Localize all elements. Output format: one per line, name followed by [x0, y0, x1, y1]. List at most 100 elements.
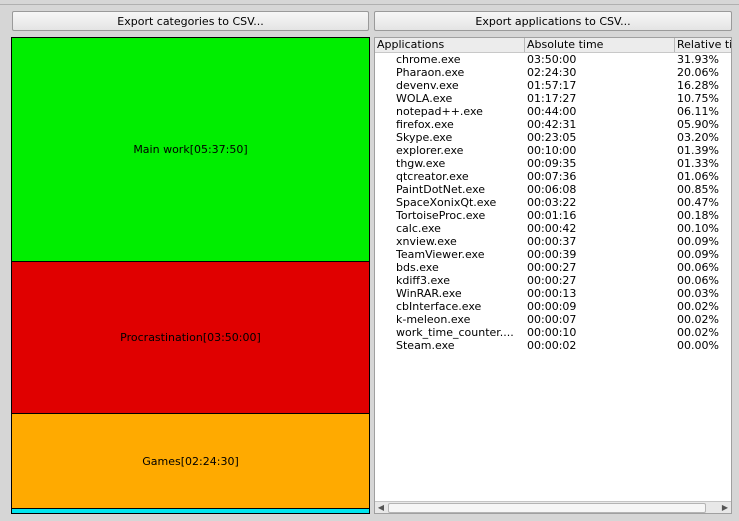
- relative-time-cell: 00.03%: [677, 287, 719, 300]
- relative-time-cell: 00.06%: [677, 274, 719, 287]
- table-row[interactable]: firefox.exe 00:42:31 05.90%: [375, 118, 731, 131]
- relative-time-cell: 00.06%: [677, 261, 719, 274]
- absolute-time-cell: 00:00:27: [527, 261, 577, 274]
- app-name-cell: xnview.exe: [396, 235, 457, 248]
- export-categories-button[interactable]: Export categories to CSV...: [12, 11, 369, 31]
- app-name-cell: WinRAR.exe: [396, 287, 462, 300]
- absolute-time-cell: 00:10:00: [527, 144, 577, 157]
- relative-time-cell: 00.02%: [677, 313, 719, 326]
- app-name-cell: SpaceXonixQt.exe: [396, 196, 497, 209]
- table-row[interactable]: TeamViewer.exe 00:00:39 00.09%: [375, 248, 731, 261]
- table-row[interactable]: xnview.exe 00:00:37 00.09%: [375, 235, 731, 248]
- column-header-absolute-time[interactable]: Absolute time: [525, 38, 675, 52]
- table-row[interactable]: SpaceXonixQt.exe 00:03:22 00.47%: [375, 196, 731, 209]
- absolute-time-cell: 00:23:05: [527, 131, 577, 144]
- absolute-time-cell: 01:17:27: [527, 92, 577, 105]
- table-row[interactable]: TortoiseProc.exe 00:01:16 00.18%: [375, 209, 731, 222]
- absolute-time-cell: 00:44:00: [527, 105, 577, 118]
- absolute-time-cell: 02:24:30: [527, 66, 577, 79]
- table-row[interactable]: work_time_counter.... 00:00:10 00.02%: [375, 326, 731, 339]
- app-name-cell: PaintDotNet.exe: [396, 183, 486, 196]
- absolute-time-cell: 00:03:22: [527, 196, 577, 209]
- relative-time-cell: 00.02%: [677, 300, 719, 313]
- absolute-time-cell: 00:00:42: [527, 222, 577, 235]
- absolute-time-cell: 00:00:07: [527, 313, 577, 326]
- absolute-time-cell: 00:00:09: [527, 300, 577, 313]
- app-name-cell: chrome.exe: [396, 53, 461, 66]
- relative-time-cell: 16.28%: [677, 79, 719, 92]
- table-row[interactable]: Skype.exe 00:23:05 03.20%: [375, 131, 731, 144]
- app-name-cell: TortoiseProc.exe: [396, 209, 486, 222]
- category-procrastination[interactable]: Procrastination[03:50:00]: [12, 262, 369, 414]
- relative-time-cell: 06.11%: [677, 105, 719, 118]
- table-row[interactable]: calc.exe 00:00:42 00.10%: [375, 222, 731, 235]
- relative-time-cell: 01.39%: [677, 144, 719, 157]
- app-name-cell: cbInterface.exe: [396, 300, 482, 313]
- table-row[interactable]: qtcreator.exe 00:07:36 01.06%: [375, 170, 731, 183]
- relative-time-cell: 00.18%: [677, 209, 719, 222]
- column-header-applications[interactable]: Applications: [375, 38, 525, 52]
- arrow-left-icon[interactable]: ◀: [375, 502, 387, 513]
- table-row[interactable]: devenv.exe 01:57:17 16.28%: [375, 79, 731, 92]
- relative-time-cell: 31.93%: [677, 53, 719, 66]
- absolute-time-cell: 00:00:02: [527, 339, 577, 352]
- top-border: [0, 0, 739, 5]
- app-name-cell: thgw.exe: [396, 157, 446, 170]
- absolute-time-cell: 00:00:37: [527, 235, 577, 248]
- table-row[interactable]: bds.exe 00:00:27 00.06%: [375, 261, 731, 274]
- relative-time-cell: 05.90%: [677, 118, 719, 131]
- app-name-cell: k-meleon.exe: [396, 313, 471, 326]
- category-treemap: Main work[05:37:50] Procrastination[03:5…: [11, 37, 370, 514]
- horizontal-scrollbar[interactable]: ◀ ▶: [375, 501, 731, 513]
- relative-time-cell: 03.20%: [677, 131, 719, 144]
- table-row[interactable]: notepad++.exe 00:44:00 06.11%: [375, 105, 731, 118]
- table-row[interactable]: cbInterface.exe 00:00:09 00.02%: [375, 300, 731, 313]
- relative-time-cell: 01.06%: [677, 170, 719, 183]
- app-name-cell: explorer.exe: [396, 144, 464, 157]
- category-other[interactable]: [12, 509, 369, 513]
- app-name-cell: Pharaon.exe: [396, 66, 465, 79]
- relative-time-cell: 00.47%: [677, 196, 719, 209]
- table-row[interactable]: Steam.exe 00:00:02 00.00%: [375, 339, 731, 352]
- absolute-time-cell: 00:42:31: [527, 118, 577, 131]
- relative-time-cell: 01.33%: [677, 157, 719, 170]
- table-row[interactable]: explorer.exe 00:10:00 01.39%: [375, 144, 731, 157]
- table-header: Applications Absolute time Relative ti: [375, 38, 731, 53]
- app-name-cell: devenv.exe: [396, 79, 459, 92]
- relative-time-cell: 00.10%: [677, 222, 719, 235]
- app-name-cell: Steam.exe: [396, 339, 455, 352]
- column-header-relative-time[interactable]: Relative ti: [675, 38, 731, 52]
- absolute-time-cell: 01:57:17: [527, 79, 577, 92]
- table-row[interactable]: chrome.exe 03:50:00 31.93%: [375, 53, 731, 66]
- category-main-work[interactable]: Main work[05:37:50]: [12, 38, 369, 262]
- absolute-time-cell: 00:00:27: [527, 274, 577, 287]
- absolute-time-cell: 00:06:08: [527, 183, 577, 196]
- applications-table[interactable]: Applications Absolute time Relative ti c…: [374, 37, 732, 514]
- relative-time-cell: 20.06%: [677, 66, 719, 79]
- relative-time-cell: 00.02%: [677, 326, 719, 339]
- relative-time-cell: 00.85%: [677, 183, 719, 196]
- export-applications-button[interactable]: Export applications to CSV...: [374, 11, 732, 31]
- table-row[interactable]: k-meleon.exe 00:00:07 00.02%: [375, 313, 731, 326]
- table-row[interactable]: PaintDotNet.exe 00:06:08 00.85%: [375, 183, 731, 196]
- arrow-right-icon[interactable]: ▶: [719, 502, 731, 513]
- table-row[interactable]: thgw.exe 00:09:35 01.33%: [375, 157, 731, 170]
- app-name-cell: bds.exe: [396, 261, 439, 274]
- absolute-time-cell: 03:50:00: [527, 53, 577, 66]
- table-row[interactable]: Pharaon.exe 02:24:30 20.06%: [375, 66, 731, 79]
- app-name-cell: work_time_counter....: [396, 326, 514, 339]
- app-name-cell: Skype.exe: [396, 131, 453, 144]
- scrollbar-thumb[interactable]: [388, 503, 706, 513]
- category-label: Main work[05:37:50]: [133, 143, 248, 156]
- category-label: Procrastination[03:50:00]: [120, 331, 261, 344]
- app-name-cell: calc.exe: [396, 222, 441, 235]
- absolute-time-cell: 00:00:13: [527, 287, 577, 300]
- category-games[interactable]: Games[02:24:30]: [12, 414, 369, 509]
- app-name-cell: firefox.exe: [396, 118, 454, 131]
- relative-time-cell: 00.09%: [677, 235, 719, 248]
- app-name-cell: qtcreator.exe: [396, 170, 469, 183]
- table-row[interactable]: WOLA.exe 01:17:27 10.75%: [375, 92, 731, 105]
- table-row[interactable]: kdiff3.exe 00:00:27 00.06%: [375, 274, 731, 287]
- table-row[interactable]: WinRAR.exe 00:00:13 00.03%: [375, 287, 731, 300]
- app-name-cell: TeamViewer.exe: [396, 248, 485, 261]
